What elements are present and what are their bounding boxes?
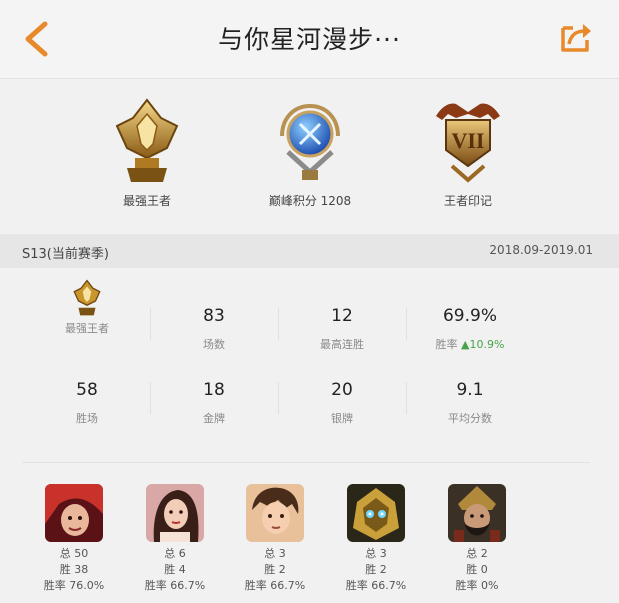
hero-total: 总 6 [164, 547, 186, 560]
season-stats: 最强王者 83 场数 12 最高连胜 69.9% 胜率 ▲10.9% 58 胜场… [22, 279, 590, 442]
stat-gold-label: 金牌 [203, 412, 225, 425]
hero-total: 总 3 [365, 547, 387, 560]
hero-total: 总 2 [466, 547, 488, 560]
badge-mark[interactable]: VII 王者印记 [398, 96, 538, 209]
hero-winrate: 胜率 66.7% [244, 579, 306, 592]
hero-total: 总 3 [264, 547, 286, 560]
stat-silver: 20 银牌 [277, 378, 407, 426]
hero-portrait-young-man-icon [246, 484, 304, 542]
king-crest-small-icon [73, 279, 101, 316]
section-divider [22, 462, 590, 463]
share-button[interactable] [559, 20, 593, 54]
stat-silver-value: 20 [331, 380, 353, 400]
hero-portrait-red-hair-icon [45, 484, 103, 542]
rank-badges: 最强王者 巅峰积分 1208 VII 王者印记 [0, 92, 619, 222]
hero-winrate: 胜率 66.7% [144, 579, 206, 592]
hero-wins: 胜 38 [59, 563, 89, 576]
hero-wins: 胜 2 [365, 563, 387, 576]
stat-wins-value: 58 [76, 380, 98, 400]
king-crest-icon [115, 98, 179, 182]
stat-gold-value: 18 [203, 380, 225, 400]
stat-streak-label: 最高连胜 [320, 338, 364, 351]
stat-streak: 12 最高连胜 [277, 304, 407, 352]
hero-record-page: 与你星河漫步··· 最强王者 巅峰积分 1208 VII 王者印记 S13(当前… [0, 0, 619, 603]
stat-avg: 9.1 平均分数 [405, 378, 535, 426]
stat-winrate: 69.9% 胜率 ▲10.9% [405, 304, 535, 352]
season-name: S13(当前赛季) [22, 247, 109, 262]
hero-card[interactable]: 总 50 胜 38 胜率 76.0% [24, 484, 124, 594]
badge-peak-label: 巅峰积分 1208 [268, 194, 352, 208]
hero-card[interactable]: 总 3 胜 2 胜率 66.7% [326, 484, 426, 594]
badge-king[interactable]: 最强王者 [77, 96, 217, 209]
hero-winrate: 胜率 76.0% [43, 579, 105, 592]
hero-wins: 胜 0 [466, 563, 488, 576]
stat-wins-label: 胜场 [76, 412, 98, 425]
badge-mark-label: 王者印记 [443, 194, 492, 208]
page-title: 与你星河漫步··· [218, 25, 401, 54]
season-range: 2018.09-2019.01 [489, 243, 593, 257]
stat-wins: 58 胜场 [22, 378, 152, 426]
stat-games: 83 场数 [149, 304, 279, 352]
stat-streak-value: 12 [331, 306, 353, 326]
stat-rank-label: 最强王者 [65, 322, 109, 335]
hero-winrate: 胜率 0% [455, 579, 499, 592]
badge-peak[interactable]: 巅峰积分 1208 [240, 96, 380, 209]
top-bar: 与你星河漫步··· [0, 0, 619, 79]
hero-card[interactable]: 总 3 胜 2 胜率 66.7% [225, 484, 325, 594]
season-bar[interactable]: S13(当前赛季) 2018.09-2019.01 [0, 234, 619, 268]
hero-wins: 胜 4 [164, 563, 186, 576]
stat-games-value: 83 [203, 306, 225, 326]
stat-winrate-value: 69.9% [442, 306, 497, 326]
share-icon [561, 24, 591, 52]
roman-vii-emblem-icon: VII [436, 103, 500, 183]
stat-gold: 18 金牌 [149, 378, 279, 426]
hero-wins: 胜 2 [264, 563, 286, 576]
stat-avg-value: 9.1 [456, 380, 484, 400]
svg-text:VII: VII [451, 128, 484, 153]
stat-avg-label: 平均分数 [448, 412, 492, 425]
hero-winrate: 胜率 66.7% [345, 579, 407, 592]
hero-total: 总 50 [59, 547, 89, 560]
hero-list: 总 50 胜 38 胜率 76.0% 总 6 胜 4 胜率 66.7% 总 3 … [0, 484, 619, 603]
peak-orb-icon [280, 103, 340, 180]
stat-rank: 最强王者 [22, 279, 152, 336]
stat-silver-label: 银牌 [331, 412, 353, 425]
badge-king-label: 最强王者 [122, 194, 171, 208]
stat-games-label: 场数 [203, 338, 225, 351]
hero-portrait-golden-armor-icon [347, 484, 405, 542]
stat-winrate-label: 胜率 [435, 338, 458, 351]
hero-portrait-lady-icon [146, 484, 204, 542]
hero-card[interactable]: 总 6 胜 4 胜率 66.7% [125, 484, 225, 594]
hero-portrait-warrior-icon [448, 484, 506, 542]
winrate-delta: ▲10.9% [461, 338, 505, 351]
hero-card[interactable]: 总 2 胜 0 胜率 0% [427, 484, 527, 594]
